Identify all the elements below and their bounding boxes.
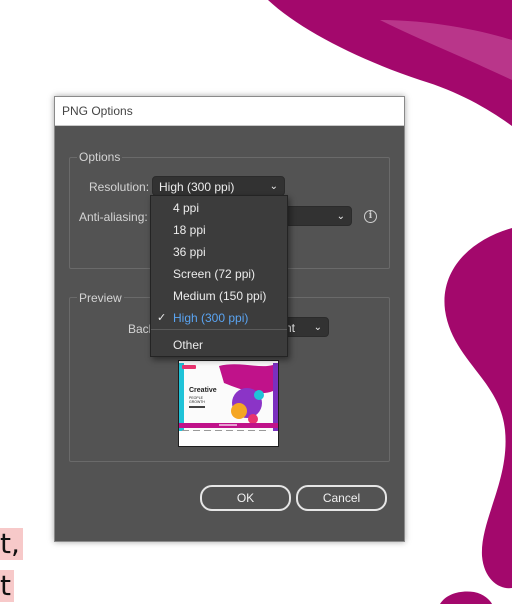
menu-item-4ppi[interactable]: 4 ppi — [151, 197, 287, 219]
antialiasing-label: Anti-aliasing: — [79, 210, 148, 224]
menu-item-screen-72ppi[interactable]: Screen (72 ppi) — [151, 263, 287, 285]
info-icon[interactable]: i — [364, 210, 377, 223]
side-text-line2: t — [0, 570, 14, 602]
chevron-down-icon: ⌄ — [269, 181, 278, 192]
chevron-down-icon: ⌄ — [336, 211, 345, 222]
menu-separator — [151, 329, 287, 330]
antialiasing-select[interactable]: ⌄ — [285, 206, 352, 226]
thumbnail-headline: Creative — [189, 387, 217, 394]
cancel-button[interactable]: Cancel — [296, 485, 387, 511]
menu-item-36ppi[interactable]: 36 ppi — [151, 241, 287, 263]
preview-group-label: Preview — [77, 291, 124, 305]
magenta-blob-right — [444, 228, 512, 589]
menu-item-label: High (300 ppi) — [173, 311, 249, 325]
thumbnail-art: Creative PEOPLE GROWTH — [179, 361, 278, 446]
resolution-select[interactable]: High (300 ppi) ⌄ — [152, 176, 285, 196]
magenta-blob-bottom — [440, 591, 492, 604]
menu-item-high-300ppi[interactable]: ✓ High (300 ppi) — [151, 307, 287, 329]
options-group-label: Options — [77, 150, 123, 164]
thumbnail-sub2: GROWTH — [189, 400, 205, 404]
checkmark-icon: ✓ — [157, 311, 167, 324]
resolution-select-value: High (300 ppi) — [159, 180, 235, 194]
resolution-label: Resolution: — [89, 180, 150, 194]
menu-item-other[interactable]: Other — [151, 334, 287, 356]
dialog-title: PNG Options — [55, 97, 404, 126]
resolution-dropdown-menu: 4 ppi 18 ppi 36 ppi Screen (72 ppi) Medi… — [150, 195, 288, 357]
side-text-line1: t, — [0, 528, 23, 560]
menu-item-medium-150ppi[interactable]: Medium (150 ppi) — [151, 285, 287, 307]
menu-item-18ppi[interactable]: 18 ppi — [151, 219, 287, 241]
preview-thumbnail: Creative PEOPLE GROWTH — [178, 360, 279, 447]
chevron-down-icon: ⌄ — [313, 322, 322, 333]
ok-button[interactable]: OK — [200, 485, 291, 511]
